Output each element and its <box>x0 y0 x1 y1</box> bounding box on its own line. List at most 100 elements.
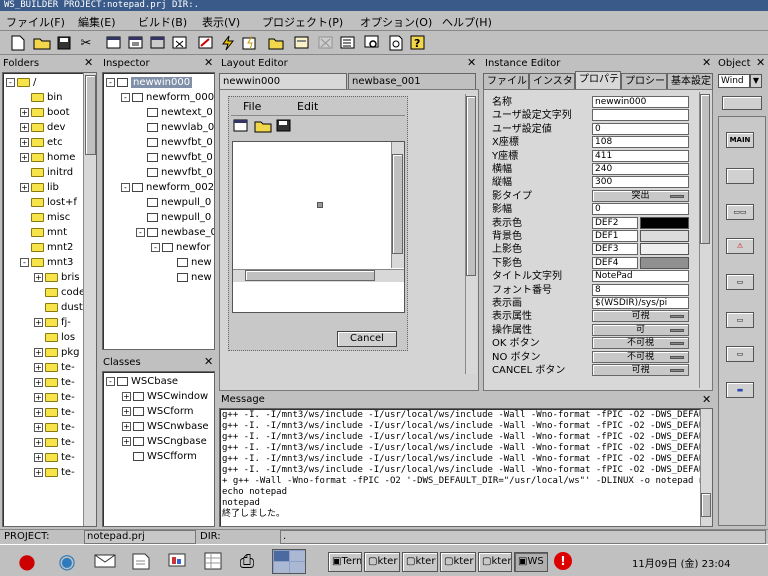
collapse-icon[interactable]: - <box>6 77 15 87</box>
property-value-field[interactable]: 0 <box>592 203 689 216</box>
expand-icon[interactable]: + <box>34 362 43 372</box>
expand-icon[interactable]: + <box>34 422 43 432</box>
design-menu-edit[interactable]: Edit <box>297 100 318 113</box>
folder-item[interactable]: + te- <box>34 375 75 390</box>
layout-close-icon[interactable]: ✕ <box>467 57 476 69</box>
tab-newbase-001[interactable]: newbase_001 <box>348 73 476 89</box>
property-color-field[interactable]: DEF1 <box>592 230 638 242</box>
folder-item[interactable]: + pkg <box>34 345 80 360</box>
color-swatch[interactable] <box>640 243 689 256</box>
expand-icon[interactable]: + <box>34 452 43 462</box>
pager-desktop-1[interactable] <box>274 551 289 561</box>
property-value-field[interactable]: 240 <box>592 163 689 175</box>
tab-instance[interactable]: インスタ <box>529 73 575 89</box>
property-color-field[interactable]: DEF3 <box>592 243 638 256</box>
folder-item[interactable]: + te- <box>34 360 75 375</box>
design-cancel-button[interactable]: Cancel <box>337 331 397 347</box>
message-scrollbar[interactable] <box>700 409 712 526</box>
property-option-button[interactable]: 突出 <box>592 189 689 202</box>
inspector-item[interactable]: - newform_002 <box>121 180 214 195</box>
folder-item[interactable]: + te- <box>34 465 75 480</box>
collapse-icon[interactable]: - <box>20 257 29 267</box>
folder-item[interactable]: mnt2 <box>20 240 73 255</box>
folder-item[interactable]: initrd <box>20 165 73 180</box>
expand-icon[interactable]: + <box>34 317 43 327</box>
expand-icon[interactable]: + <box>20 122 29 132</box>
folder-item[interactable]: - mnt3 <box>20 255 73 270</box>
alert-icon[interactable]: ! <box>554 552 572 570</box>
folder-item[interactable]: + bris <box>34 270 79 285</box>
object-type-select[interactable]: Wind <box>718 74 750 88</box>
compile-icon[interactable] <box>240 33 260 53</box>
save-icon[interactable] <box>54 33 74 53</box>
expand-icon[interactable]: + <box>122 406 131 416</box>
collapse-icon[interactable]: - <box>106 77 115 87</box>
disabled-icon[interactable] <box>316 33 336 53</box>
pager-desktop-2[interactable] <box>290 551 305 561</box>
class-item[interactable]: + WSCnwbase <box>122 419 209 434</box>
color-swatch[interactable] <box>640 256 689 269</box>
design-vscroll-thumb[interactable] <box>392 154 403 254</box>
folder-item[interactable]: + boot <box>20 105 70 120</box>
expand-icon[interactable]: + <box>34 407 43 417</box>
expand-icon[interactable]: + <box>34 392 43 402</box>
inspector-item[interactable]: newvfbt_0 <box>136 150 213 165</box>
expand-icon[interactable]: + <box>20 107 29 117</box>
main-window-object-button[interactable]: MAIN <box>726 132 754 148</box>
collapse-icon[interactable]: - <box>151 242 160 252</box>
dialog-object-icon[interactable]: ▭▭ <box>726 204 754 220</box>
task-kterm-2[interactable]: ▢kter <box>402 552 438 572</box>
class-item[interactable]: - WSCbase <box>106 374 178 389</box>
folder-icon[interactable] <box>266 33 286 53</box>
inspector-item[interactable]: newvfbt_0 <box>136 165 213 180</box>
delete-window-icon[interactable] <box>170 33 190 53</box>
folder-item[interactable]: code <box>34 285 85 300</box>
property-scroll-thumb[interactable] <box>700 94 710 244</box>
expand-icon[interactable]: + <box>34 467 43 477</box>
pager-desktop-4[interactable] <box>290 562 305 573</box>
property-value-field[interactable]: newwin000 <box>592 96 689 108</box>
expand-icon[interactable]: + <box>20 182 29 192</box>
expand-icon[interactable]: + <box>122 421 131 431</box>
spreadsheet-icon[interactable] <box>200 549 226 573</box>
message-close-icon[interactable]: ✕ <box>702 394 711 406</box>
property-value-field[interactable]: NotePad <box>592 270 689 283</box>
globe-browser-icon[interactable]: ◉ <box>54 549 80 573</box>
bar-object-icon[interactable]: ▬ <box>726 382 754 398</box>
property-value-field[interactable]: 300 <box>592 176 689 189</box>
folder-item[interactable]: + te- <box>34 450 75 465</box>
redhat-start-icon[interactable]: ● <box>14 549 40 573</box>
design-text-area[interactable] <box>232 141 405 313</box>
class-item[interactable]: + WSCwindow <box>122 389 208 404</box>
folders-scrollbar[interactable] <box>83 73 96 526</box>
task-kterm-1[interactable]: ▢kter <box>364 552 400 572</box>
folder-object-icon[interactable]: ▭ <box>726 346 754 362</box>
classes-close-icon[interactable]: ✕ <box>204 356 213 368</box>
tab-newwin000[interactable]: newwin000 <box>219 73 347 89</box>
folder-item[interactable]: misc <box>20 210 70 225</box>
collapse-icon[interactable]: - <box>136 227 145 237</box>
open-folder-icon[interactable] <box>32 33 52 53</box>
menu-options[interactable]: オプション(O) <box>360 14 432 30</box>
pager-desktop-3[interactable] <box>274 562 289 573</box>
collapse-icon[interactable]: - <box>106 376 115 386</box>
folder-item[interactable]: los <box>34 330 75 345</box>
folder-item[interactable]: + te- <box>34 420 75 435</box>
design-new-icon[interactable] <box>233 119 249 136</box>
form-object-icon[interactable] <box>726 168 754 184</box>
layout-vscroll-thumb[interactable] <box>466 96 476 276</box>
inspector-item[interactable]: newpull_0 <box>136 195 211 210</box>
task-terminal[interactable]: ▣Term <box>328 552 362 572</box>
mail-icon[interactable] <box>92 549 118 573</box>
inspector-close-icon[interactable]: ✕ <box>204 57 213 69</box>
expand-icon[interactable]: + <box>34 377 43 387</box>
tab-file[interactable]: ファイル <box>483 73 529 89</box>
find-icon[interactable] <box>362 33 382 53</box>
selection-handle[interactable] <box>317 202 323 208</box>
inspector-item[interactable]: new <box>166 255 212 270</box>
property-option-button[interactable]: 不可視 <box>592 350 689 363</box>
property-color-field[interactable]: DEF4 <box>592 256 638 269</box>
tab-property[interactable]: プロパテ <box>575 71 621 89</box>
folder-item[interactable]: + te- <box>34 405 75 420</box>
inspector-item[interactable]: newvfbt_0 <box>136 135 213 150</box>
